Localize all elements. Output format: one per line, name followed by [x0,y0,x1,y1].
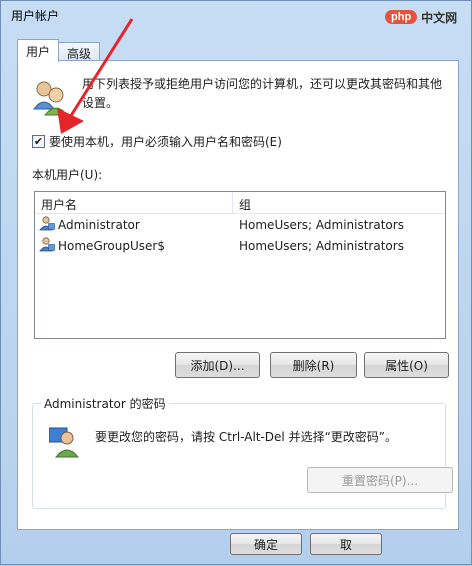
user-accounts-window: 用户帐户 php 中文网 用户 高级 用下列表授予或拒绝用户访问您的计算机，还可… [0,0,472,565]
tab-users[interactable]: 用户 [17,39,60,62]
red-arrow-annotation [57,18,134,134]
